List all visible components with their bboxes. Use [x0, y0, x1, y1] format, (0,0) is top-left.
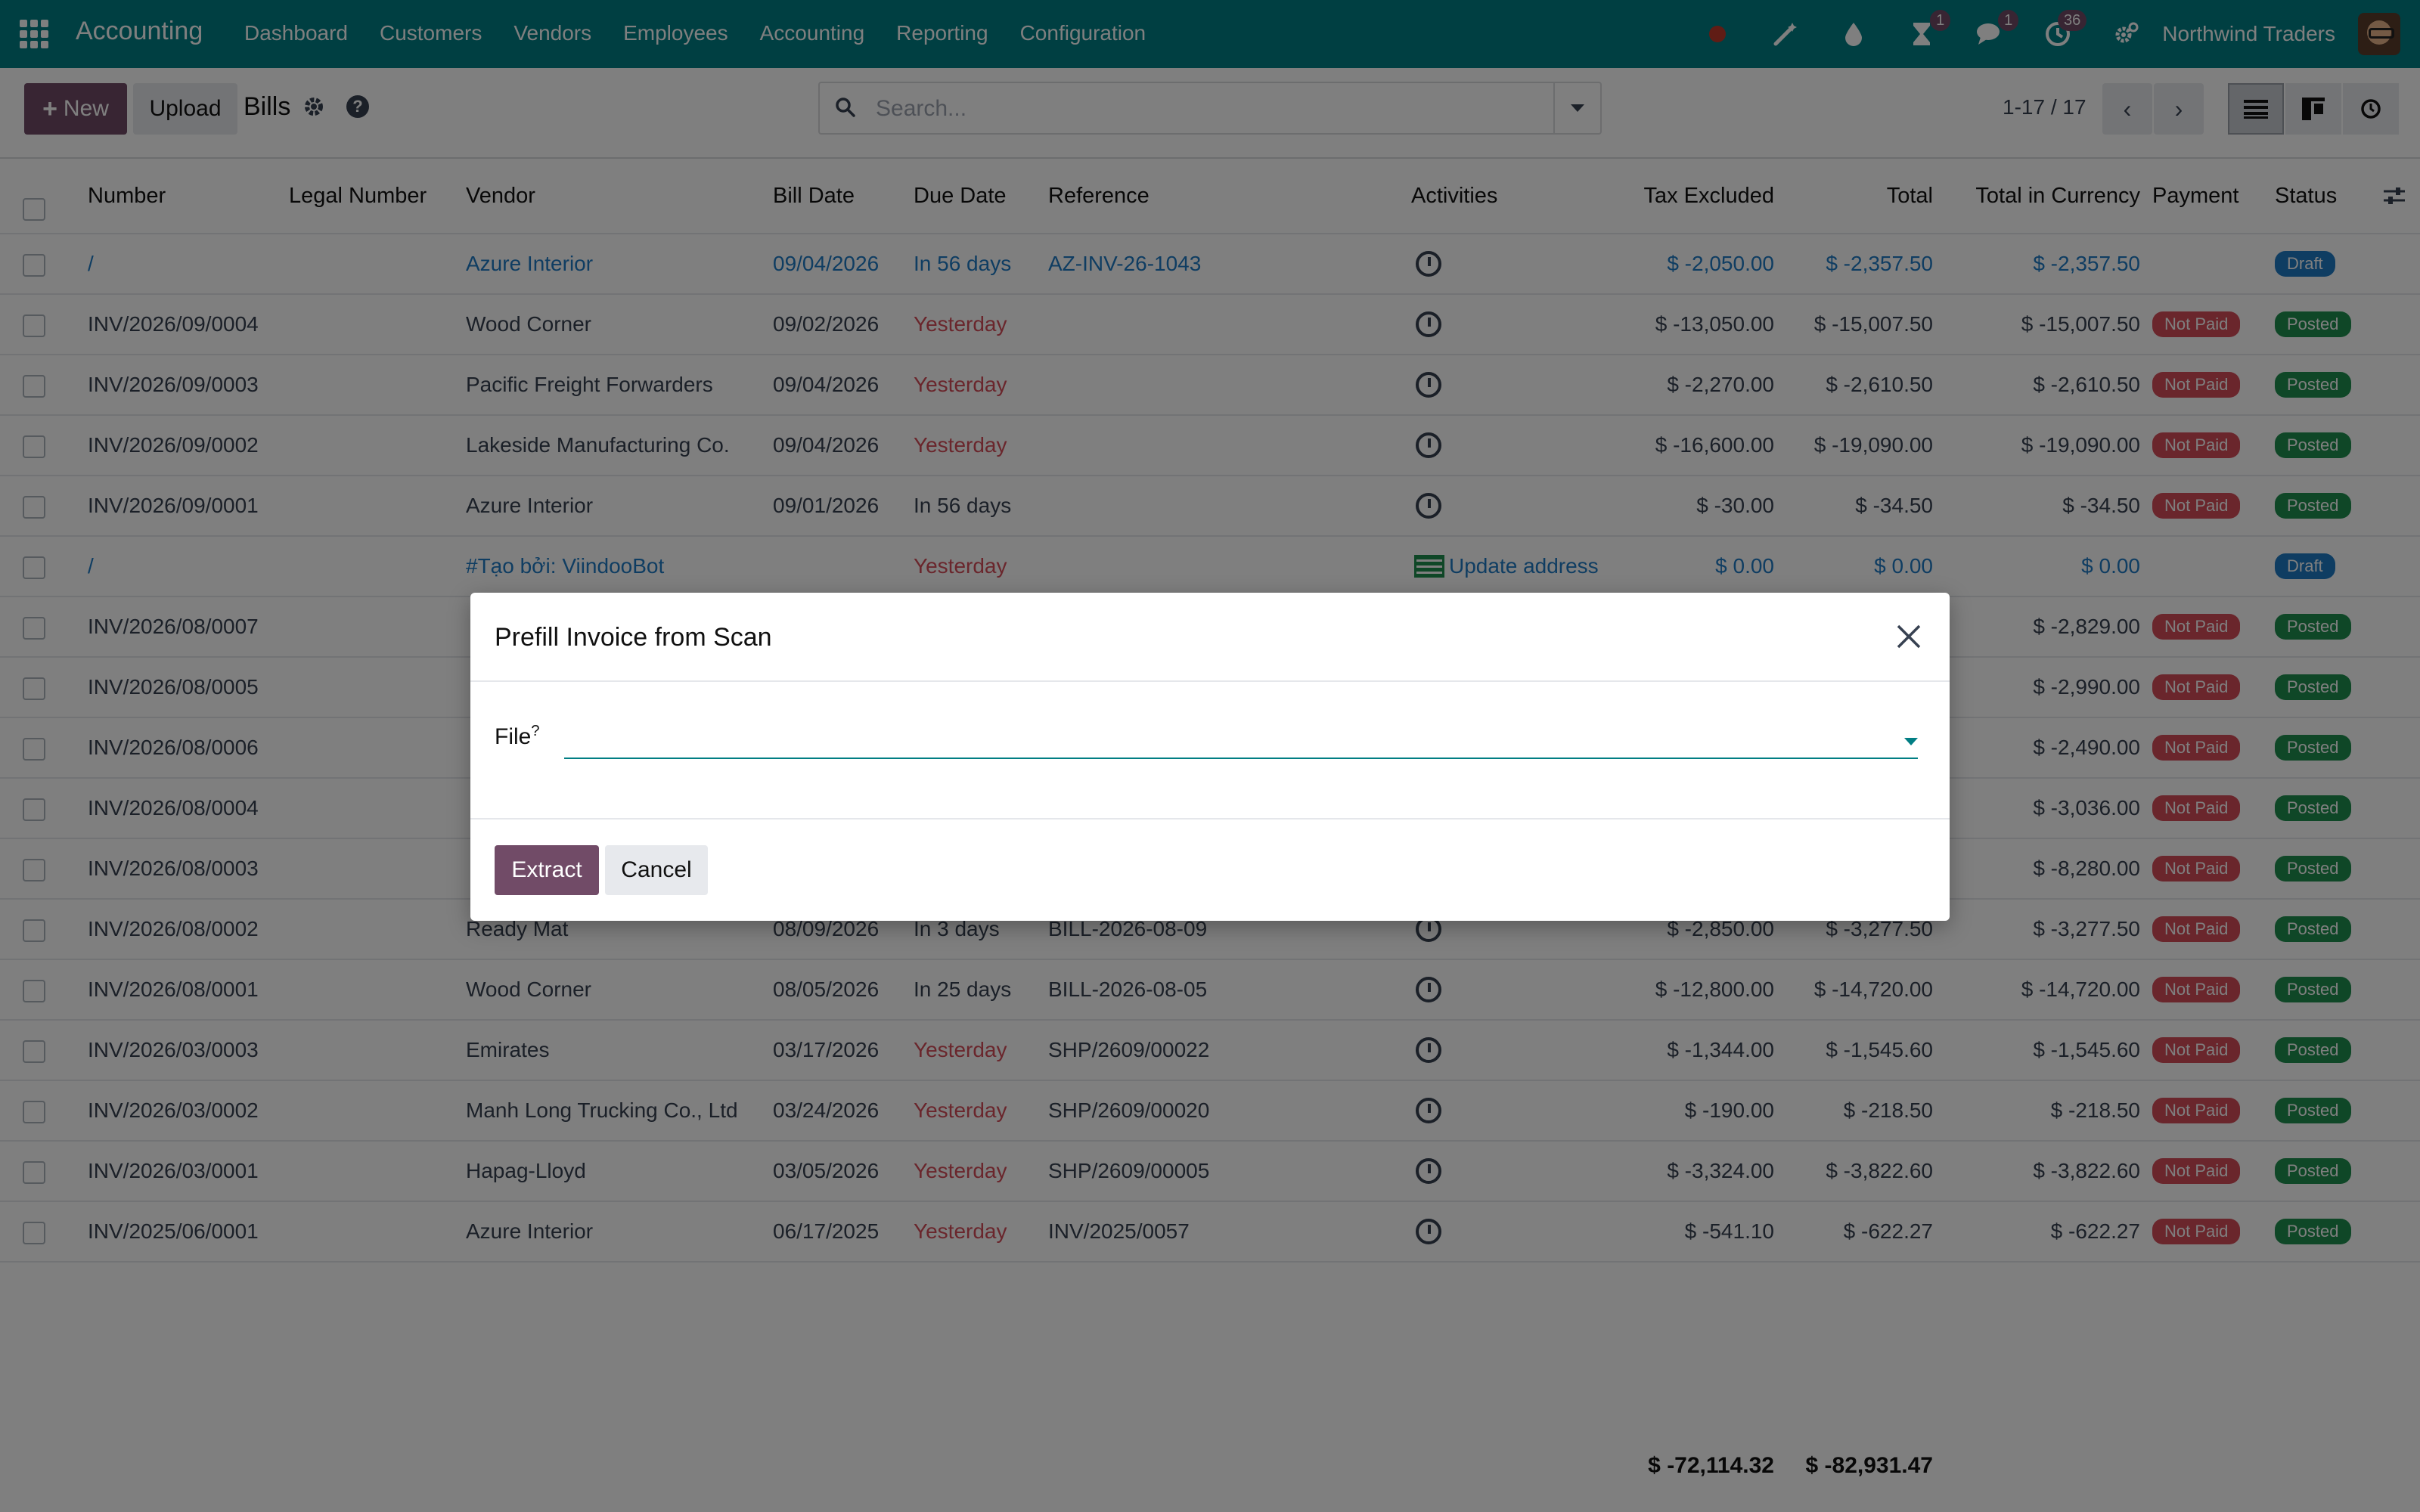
dialog-header: Prefill Invoice from Scan: [470, 593, 1950, 682]
caret-down-icon: [1904, 738, 1918, 745]
extract-button[interactable]: Extract: [495, 845, 599, 895]
file-label: File?: [495, 723, 540, 749]
prefill-invoice-dialog: Prefill Invoice from Scan File? Extract …: [470, 593, 1950, 921]
dialog-footer: Extract Cancel: [470, 820, 1950, 921]
dialog-title: Prefill Invoice from Scan: [495, 623, 772, 652]
file-select[interactable]: [564, 720, 1918, 759]
field-help-tooltip[interactable]: ?: [531, 723, 539, 739]
cancel-button[interactable]: Cancel: [605, 845, 708, 895]
dialog-body: File?: [470, 682, 1950, 820]
close-icon[interactable]: [1894, 621, 1924, 652]
